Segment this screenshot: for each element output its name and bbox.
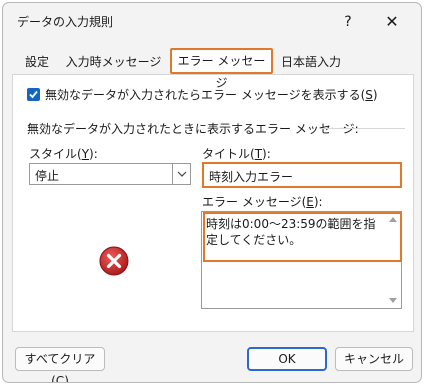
error-message-label: エラー メッセージ(E): bbox=[202, 195, 323, 209]
scroll-down-icon[interactable] bbox=[389, 298, 397, 304]
section-divider bbox=[321, 128, 405, 129]
error-message-textarea[interactable]: 時刻は0:00～23:59の範囲を指定してください。 bbox=[201, 211, 402, 309]
help-button[interactable]: ? bbox=[333, 9, 363, 35]
style-dropdown-button[interactable] bbox=[172, 164, 190, 184]
error-message-text: 時刻は0:00～23:59の範囲を指定してください。 bbox=[206, 217, 376, 247]
tab-settings-label: 設定 bbox=[24, 55, 49, 69]
title-input[interactable]: 時刻入力エラー bbox=[202, 162, 402, 188]
tab-error-alert[interactable]: エラー メッセージ bbox=[170, 48, 273, 90]
error-stop-icon bbox=[99, 246, 129, 276]
ok-button[interactable]: OK bbox=[247, 347, 327, 371]
title-label: タイトル(T): bbox=[202, 147, 271, 161]
close-icon: ✕ bbox=[385, 12, 399, 31]
tab-input-message[interactable]: 入力時メッセージ bbox=[62, 50, 165, 74]
tab-input-message-label: 入力時メッセージ bbox=[65, 55, 162, 69]
window-title: データの入力規則 bbox=[17, 15, 114, 29]
tab-ime-mode-label: 日本語入力 bbox=[280, 55, 341, 69]
help-icon: ? bbox=[344, 14, 352, 30]
scroll-up-icon[interactable] bbox=[389, 216, 397, 222]
show-error-checkbox[interactable] bbox=[27, 88, 40, 101]
close-button[interactable]: ✕ bbox=[375, 9, 409, 35]
data-validation-dialog: データの入力規則 ? ✕ 設定 入力時メッセージ エラー メッセージ 日本語入力… bbox=[2, 2, 422, 383]
checkmark-icon bbox=[29, 90, 38, 99]
tab-settings[interactable]: 設定 bbox=[16, 50, 58, 74]
section-label: 無効なデータが入力されたときに表示するエラー メッセージ: bbox=[27, 122, 359, 136]
style-select-value: 停止 bbox=[35, 169, 60, 183]
error-alert-panel: 無効なデータが入力されたらエラー メッセージを表示する(S) 無効なデータが入力… bbox=[12, 74, 414, 332]
style-label: スタイル(Y): bbox=[29, 147, 98, 161]
cancel-button[interactable]: キャンセル bbox=[335, 347, 413, 371]
clear-all-button[interactable]: すべてクリア(C) bbox=[15, 347, 105, 382]
tab-ime-mode[interactable]: 日本語入力 bbox=[275, 50, 347, 74]
title-bar: データの入力規則 ? ✕ bbox=[3, 3, 421, 41]
show-error-label[interactable]: 無効なデータが入力されたらエラー メッセージを表示する(S) bbox=[45, 86, 378, 103]
style-select[interactable]: 停止 bbox=[29, 163, 191, 185]
chevron-down-icon bbox=[177, 171, 187, 177]
